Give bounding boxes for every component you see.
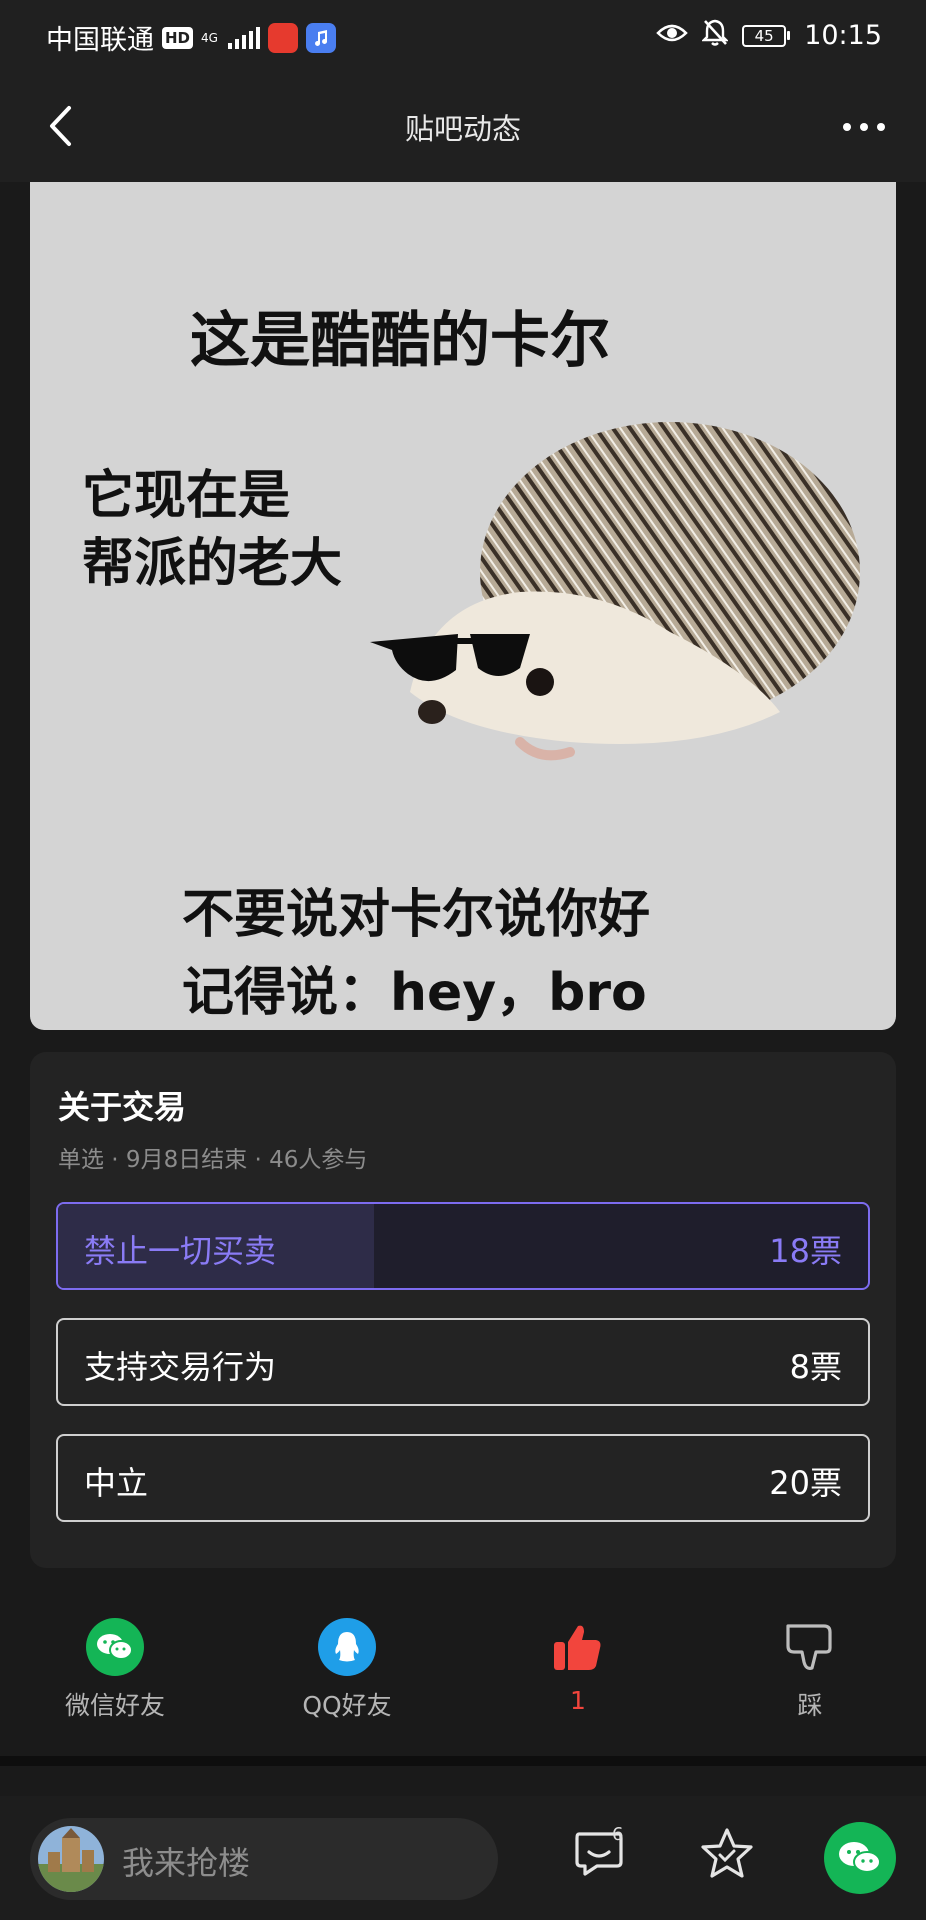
wechat-share-button[interactable] [824, 1822, 896, 1894]
battery-level: 45 [742, 24, 787, 47]
poll-option[interactable]: 中立 20票 [56, 1434, 870, 1522]
comment-button[interactable] [564, 1818, 634, 1888]
post-image[interactable]: 这是酷酷的卡尔 它现在是 帮派的老大 不要说对卡尔说你好 记得说：hey，bro [30, 182, 896, 1030]
poll-option-label: 支持交易行为 [84, 1348, 277, 1386]
action-row: 微信好友 QQ好友 1 踩 [0, 1600, 926, 1760]
sunglasses-icon [370, 634, 530, 682]
poll-option-label: 禁止一切买卖 [84, 1232, 277, 1270]
meme-text-line: 不要说对卡尔说你好 [182, 885, 651, 945]
hd-icon: HD [162, 26, 194, 49]
more-button[interactable] [834, 102, 894, 152]
meme-text-line: 它现在是 [82, 466, 291, 526]
nav-bar: 贴吧动态 [0, 72, 926, 182]
poll-title: 关于交易 [58, 1088, 187, 1126]
poll-option-votes: 20票 [769, 1464, 842, 1502]
dislike-label: 踩 [797, 1691, 823, 1720]
clock: 10:15 [804, 20, 882, 51]
dislike-button[interactable]: 踩 [720, 1618, 900, 1722]
star-icon [701, 1828, 753, 1878]
status-left: 中国联通 HD 4G [46, 18, 336, 57]
carrier-name: 中国联通 [46, 25, 154, 56]
share-wechat-label: 微信好友 [64, 1691, 165, 1720]
poll-card: 关于交易 单选 · 9月8日结束 · 46人参与 禁止一切买卖 18票 支持交易… [30, 1052, 896, 1568]
network-type: 4G [201, 30, 218, 45]
poll-meta: 单选 · 9月8日结束 · 46人参与 [58, 1147, 368, 1173]
comment-count-badge: 6 [612, 1824, 624, 1845]
more-dots-icon [843, 123, 851, 131]
avatar [38, 1826, 104, 1892]
share-wechat-button[interactable]: 微信好友 [25, 1618, 205, 1722]
reply-input[interactable]: 我来抢楼 [30, 1818, 498, 1900]
qq-icon [318, 1618, 376, 1676]
bottom-bar: 我来抢楼 6 [0, 1796, 926, 1920]
app-notification-icon [267, 22, 298, 53]
wechat-icon [86, 1618, 144, 1676]
music-app-icon [305, 22, 336, 53]
meme-text-line: 帮派的老大 [82, 534, 343, 594]
like-count: 1 [570, 1686, 586, 1715]
wechat-icon [839, 1842, 881, 1873]
poll-option[interactable]: 禁止一切买卖 18票 [56, 1202, 870, 1290]
favorite-button[interactable] [692, 1818, 762, 1888]
like-button[interactable]: 1 [488, 1618, 668, 1715]
battery-icon: 45 [742, 24, 791, 47]
poll-option-label: 中立 [84, 1464, 149, 1502]
page-title: 贴吧动态 [404, 112, 521, 146]
meme-text-line: 这是酷酷的卡尔 [190, 306, 610, 376]
divider [0, 1756, 926, 1766]
hedgehog-illustration [370, 422, 860, 761]
reply-placeholder: 我来抢楼 [122, 1844, 251, 1882]
share-qq-label: QQ好友 [302, 1691, 392, 1720]
bell-muted-icon [701, 18, 730, 53]
share-qq-button[interactable]: QQ好友 [257, 1618, 437, 1722]
poll-option-votes: 18票 [769, 1232, 842, 1270]
status-right: 45 10:15 [656, 18, 882, 53]
meme-text-line: 记得说：hey，bro [182, 963, 647, 1023]
signal-icon [227, 26, 260, 49]
eye-icon [656, 20, 688, 51]
thumbs-up-icon [549, 1618, 607, 1676]
thumbs-down-icon [781, 1618, 839, 1676]
poll-option-votes: 8票 [789, 1348, 842, 1386]
status-bar: 中国联通 HD 4G 45 10:15 [0, 0, 926, 72]
poll-option[interactable]: 支持交易行为 8票 [56, 1318, 870, 1406]
